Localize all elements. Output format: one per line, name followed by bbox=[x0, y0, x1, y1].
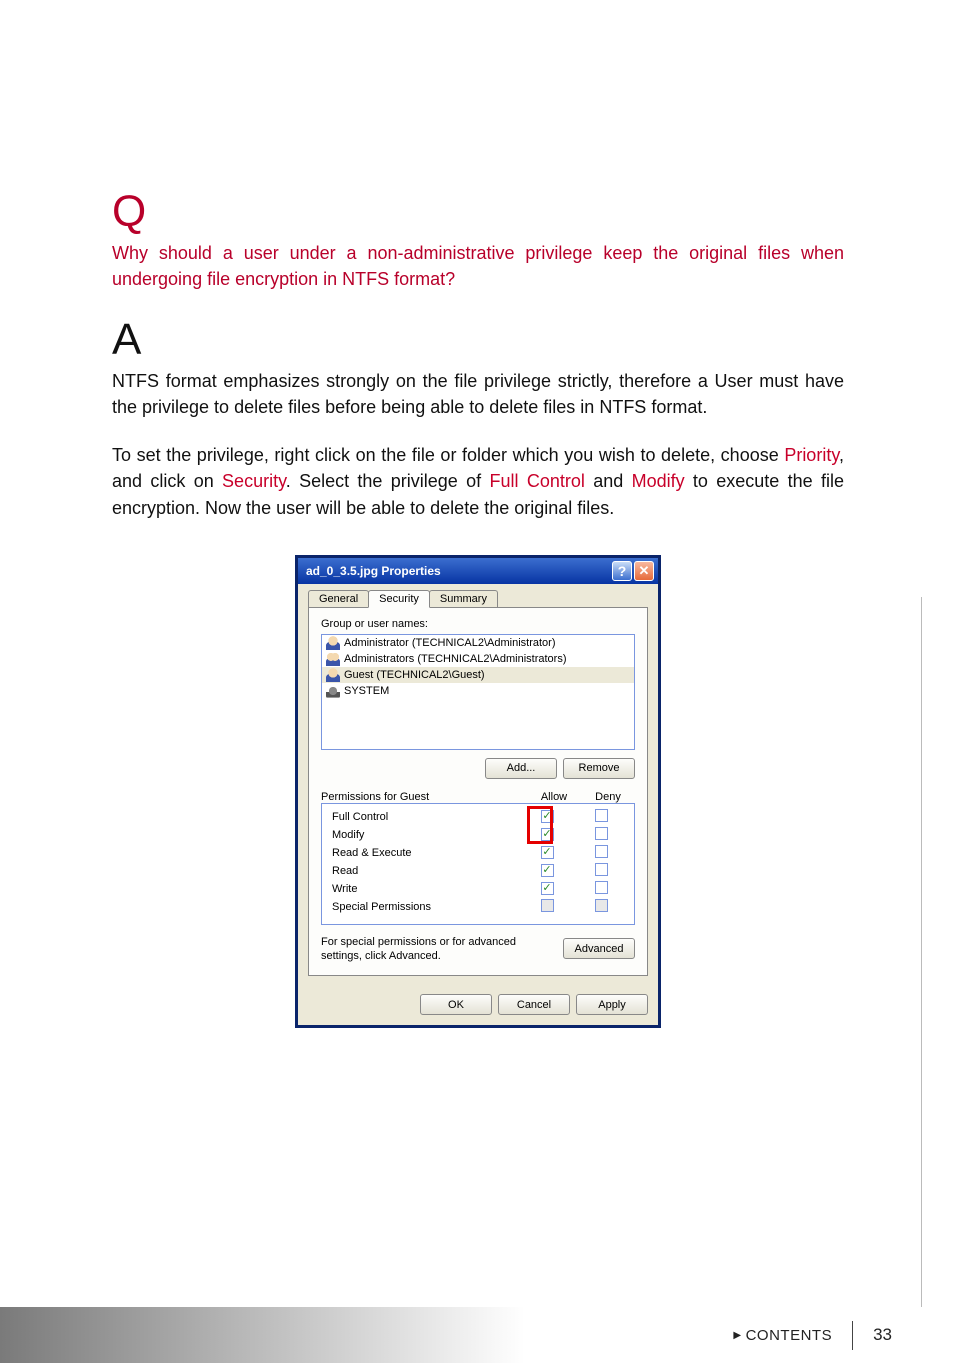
answer-paragraph-1: NTFS format emphasizes strongly on the f… bbox=[112, 368, 844, 420]
add-button[interactable]: Add... bbox=[485, 758, 557, 779]
allow-checkbox[interactable]: ✓ bbox=[541, 810, 554, 823]
permissions-list: Full Control ✓ Modify ✓ Read & Execute ✓ bbox=[321, 803, 635, 925]
advanced-text: For special permissions or for advanced … bbox=[321, 935, 563, 964]
list-item[interactable]: Administrators (TECHNICAL2\Administrator… bbox=[322, 651, 634, 667]
dialog-footer: OK Cancel Apply bbox=[298, 986, 658, 1025]
tab-summary[interactable]: Summary bbox=[429, 590, 498, 607]
deny-checkbox[interactable] bbox=[595, 899, 608, 912]
permission-name: Read & Execute bbox=[332, 847, 520, 859]
remove-button[interactable]: Remove bbox=[563, 758, 635, 779]
ok-button[interactable]: OK bbox=[420, 994, 492, 1015]
group-label: Group or user names: bbox=[321, 618, 635, 630]
allow-checkbox[interactable]: ✓ bbox=[541, 882, 554, 895]
permission-row: Write ✓ bbox=[332, 880, 628, 898]
cancel-button[interactable]: Cancel bbox=[498, 994, 570, 1015]
question-text: Why should a user under a non-administra… bbox=[112, 240, 844, 292]
permission-name: Special Permissions bbox=[332, 901, 520, 913]
page-footer: ▶ CONTENTS 33 bbox=[0, 1307, 954, 1363]
advanced-button[interactable]: Advanced bbox=[563, 938, 635, 959]
deny-checkbox[interactable] bbox=[595, 809, 608, 822]
contents-label: CONTENTS bbox=[746, 1327, 833, 1344]
tab-security[interactable]: Security bbox=[368, 590, 430, 608]
page-number: 33 bbox=[853, 1325, 892, 1345]
footer-divider-line bbox=[921, 597, 922, 1307]
permission-row: Full Control ✓ bbox=[332, 808, 628, 826]
properties-dialog: ad_0_3.5.jpg Properties ? ✕ General Secu… bbox=[295, 555, 661, 1029]
answer-letter: A bbox=[112, 318, 844, 362]
deny-checkbox[interactable] bbox=[595, 827, 608, 840]
highlight-priority: Priority bbox=[784, 445, 839, 465]
allow-checkbox[interactable] bbox=[541, 899, 554, 912]
user-name: Administrator (TECHNICAL2\Administrator) bbox=[344, 637, 556, 649]
system-icon bbox=[326, 684, 340, 698]
close-button[interactable]: ✕ bbox=[634, 561, 654, 581]
security-panel: Group or user names: Administrator (TECH… bbox=[308, 607, 648, 977]
permissions-header: Permissions for Guest Allow Deny bbox=[321, 791, 635, 803]
list-item[interactable]: Administrator (TECHNICAL2\Administrator) bbox=[322, 635, 634, 651]
question-letter: Q bbox=[112, 190, 844, 234]
allow-checkbox[interactable]: ✓ bbox=[541, 828, 554, 841]
permission-row: Modify ✓ bbox=[332, 826, 628, 844]
dialog-title: ad_0_3.5.jpg Properties bbox=[306, 564, 610, 578]
tab-strip: General Security Summary bbox=[308, 590, 648, 607]
permission-row: Special Permissions bbox=[332, 898, 628, 916]
highlight-full-control: Full Control bbox=[490, 471, 585, 491]
permissions-for-label: Permissions for Guest bbox=[321, 791, 527, 803]
help-button[interactable]: ? bbox=[612, 561, 632, 581]
user-listbox[interactable]: Administrator (TECHNICAL2\Administrator)… bbox=[321, 634, 635, 750]
contents-link[interactable]: ▶ CONTENTS bbox=[733, 1321, 853, 1350]
deny-checkbox[interactable] bbox=[595, 845, 608, 858]
triangle-icon: ▶ bbox=[733, 1330, 741, 1341]
answer-text: . Select the privilege of bbox=[286, 471, 490, 491]
deny-checkbox[interactable] bbox=[595, 881, 608, 894]
allow-checkbox[interactable]: ✓ bbox=[541, 846, 554, 859]
apply-button[interactable]: Apply bbox=[576, 994, 648, 1015]
user-icon bbox=[326, 636, 340, 650]
allow-column-header: Allow bbox=[527, 791, 581, 803]
list-item[interactable]: SYSTEM bbox=[322, 683, 634, 699]
answer-text: and bbox=[585, 471, 632, 491]
user-name: Guest (TECHNICAL2\Guest) bbox=[344, 669, 485, 681]
permission-name: Full Control bbox=[332, 811, 520, 823]
list-item[interactable]: Guest (TECHNICAL2\Guest) bbox=[322, 667, 634, 683]
highlight-modify: Modify bbox=[632, 471, 685, 491]
answer-text: To set the privilege, right click on the… bbox=[112, 445, 784, 465]
user-icon bbox=[326, 668, 340, 682]
permission-row: Read & Execute ✓ bbox=[332, 844, 628, 862]
group-icon bbox=[326, 652, 340, 666]
permission-name: Modify bbox=[332, 829, 520, 841]
deny-column-header: Deny bbox=[581, 791, 635, 803]
user-name: SYSTEM bbox=[344, 685, 389, 697]
permission-name: Write bbox=[332, 883, 520, 895]
dialog-titlebar: ad_0_3.5.jpg Properties ? ✕ bbox=[298, 558, 658, 584]
permission-row: Read ✓ bbox=[332, 862, 628, 880]
answer-paragraph-2: To set the privilege, right click on the… bbox=[112, 442, 844, 520]
permission-name: Read bbox=[332, 865, 520, 877]
tab-general[interactable]: General bbox=[308, 590, 369, 607]
user-name: Administrators (TECHNICAL2\Administrator… bbox=[344, 653, 567, 665]
deny-checkbox[interactable] bbox=[595, 863, 608, 876]
highlight-security: Security bbox=[222, 471, 286, 491]
allow-checkbox[interactable]: ✓ bbox=[541, 864, 554, 877]
